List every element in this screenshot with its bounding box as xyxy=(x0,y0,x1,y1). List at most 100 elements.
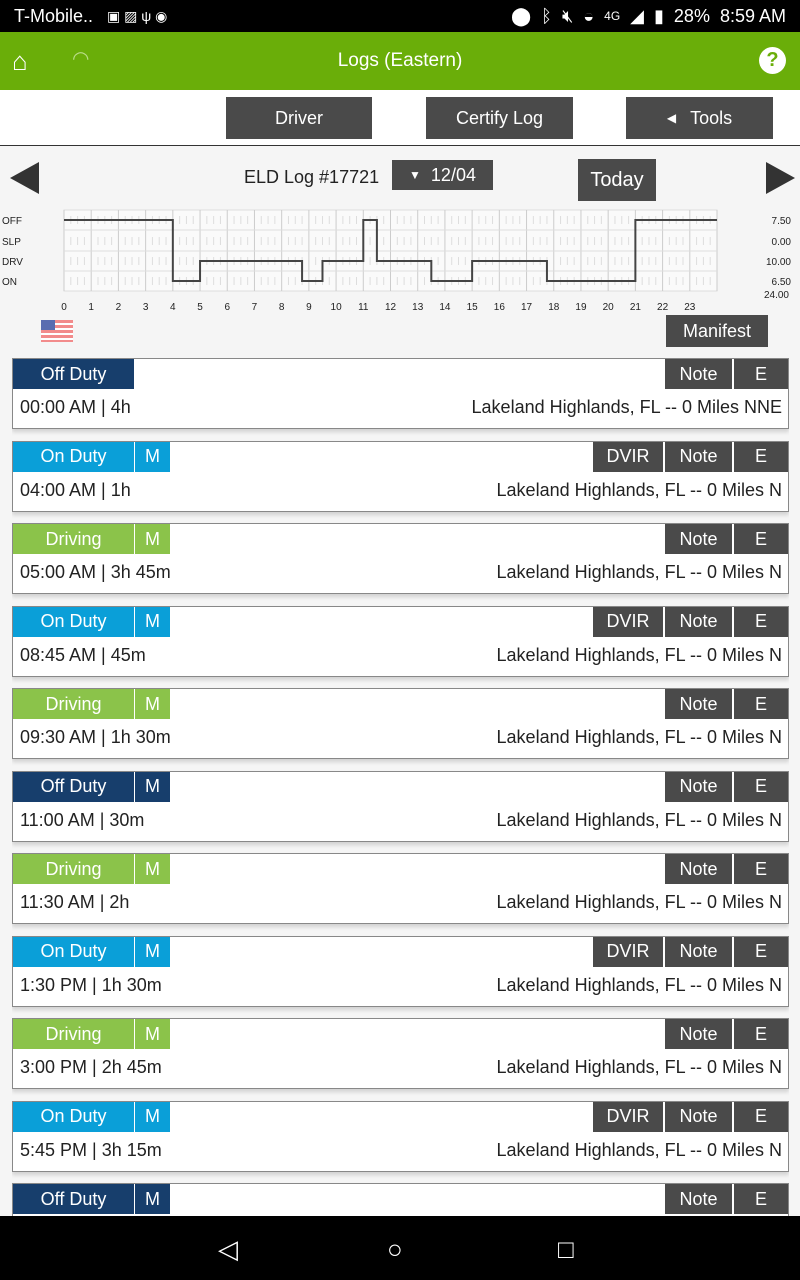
log-entry-card[interactable]: On Duty M DVIR Note E 08:45 AM | 45m Lakeland … xyxy=(12,605,789,677)
log-entry-card[interactable]: Driving M Note E 3:00 PM | 2h 45m Lakeland Hi… xyxy=(12,1018,789,1089)
x-tick-label: 5 xyxy=(197,302,203,312)
log-entry-card[interactable]: Driving M Note E 11:30 AM | 2h Lakeland Highl… xyxy=(12,853,789,924)
entry-location: Lakeland Highlands, FL -- 0 Miles N xyxy=(496,1139,782,1160)
x-tick-label: 22 xyxy=(657,302,669,312)
bluetooth-icon: ᛒ xyxy=(541,5,552,26)
dvir-button[interactable]: DVIR xyxy=(593,1101,663,1132)
entry-time-duration: 04:00 AM | 1h xyxy=(20,479,131,500)
x-tick-label: 7 xyxy=(252,302,258,312)
tools-button[interactable]: ◀ Tools xyxy=(626,97,773,139)
entry-time-duration: 00:00 AM | 4h xyxy=(20,397,131,417)
x-tick-label: 17 xyxy=(521,302,533,312)
note-button[interactable]: Note xyxy=(665,936,732,967)
recents-icon[interactable]: □ xyxy=(558,1234,574,1265)
log-entry-card[interactable]: On Duty M DVIR Note E 5:45 PM | 3h 15m Lakelan… xyxy=(12,1100,789,1172)
edit-button[interactable]: E xyxy=(734,1184,788,1214)
note-button[interactable]: Note xyxy=(665,359,732,389)
android-nav-bar: ◁ ○ □ xyxy=(0,1216,800,1280)
duty-status-chart: OFFSLPDRVON7.500.0010.006.5024.000 1 2 3 4 5 6… xyxy=(2,209,792,312)
date-value: 12/04 xyxy=(430,164,476,185)
entry-location: Lakeland Highlands, FL -- 0 Miles NNE xyxy=(471,397,782,417)
entry-time-duration: 05:00 AM | 3h 45m xyxy=(20,562,171,582)
home-icon[interactable]: ⌂ xyxy=(12,46,28,77)
status-total: 7.50 xyxy=(772,216,792,227)
manual-badge: M xyxy=(134,606,170,637)
log-entry-card[interactable]: On Duty M DVIR Note E 04:00 AM | 1h Lakeland H… xyxy=(12,440,789,512)
location-icon: ⬤ xyxy=(510,5,532,26)
x-tick-label: 23 xyxy=(684,302,696,312)
x-tick-label: 1 xyxy=(88,302,94,312)
x-tick-label: 19 xyxy=(575,302,587,312)
entry-location: Lakeland Highlands, FL -- 0 Miles N xyxy=(496,974,782,995)
log-entry-card[interactable]: Off Duty M Note E xyxy=(12,1183,789,1216)
signal-icon: ◢ xyxy=(630,5,645,26)
dvir-button[interactable]: DVIR xyxy=(593,606,663,637)
tools-label: Tools xyxy=(690,107,733,128)
edit-button[interactable]: E xyxy=(734,441,788,472)
entry-time-duration: 1:30 PM | 1h 30m xyxy=(20,974,162,995)
note-button[interactable]: Note xyxy=(665,524,732,554)
previous-day-arrow-icon[interactable] xyxy=(10,162,39,194)
log-entry-card[interactable]: Off Duty M Note E 11:00 AM | 30m Lakeland Hig… xyxy=(12,770,789,842)
edit-button[interactable]: E xyxy=(734,524,788,554)
edit-button[interactable]: E xyxy=(734,689,788,719)
dvir-button[interactable]: DVIR xyxy=(593,441,663,472)
certify-label: Certify Log xyxy=(455,107,544,128)
log-entry-card[interactable]: Off Duty Note E 00:00 AM | 4h Lakeland Highl… xyxy=(12,358,789,429)
manifest-button[interactable]: Manifest xyxy=(666,315,768,347)
today-button[interactable]: Today xyxy=(578,159,656,201)
edit-button[interactable]: E xyxy=(734,771,788,802)
help-icon[interactable]: ? xyxy=(759,47,786,74)
note-button[interactable]: Note xyxy=(665,771,732,802)
mute-icon: 🔇︎ xyxy=(561,5,574,26)
x-tick-label: 6 xyxy=(224,302,230,312)
status-bar: T-Mobile.. ▣ ▨ ψ ◉ ⬤ ᛒ 🔇︎ ◒ 4G ◢ ▮ 28% 8… xyxy=(0,0,800,32)
status-badge: Driving xyxy=(13,1019,134,1049)
status-badge: Off Duty xyxy=(13,1184,134,1214)
entry-location: Lakeland Highlands, FL -- 0 Miles N xyxy=(496,809,782,830)
note-button[interactable]: Note xyxy=(665,606,732,637)
log-entry-list[interactable]: Off Duty Note E 00:00 AM | 4h Lakeland Highl… xyxy=(12,358,789,1216)
driver-button[interactable]: Driver xyxy=(226,97,372,139)
note-button[interactable]: Note xyxy=(665,689,732,719)
entry-time-duration: 08:45 AM | 45m xyxy=(20,644,146,665)
note-button[interactable]: Note xyxy=(665,1101,732,1132)
entry-time-duration: 09:30 AM | 1h 30m xyxy=(20,727,171,747)
x-tick-label: 13 xyxy=(412,302,424,312)
manual-badge: M xyxy=(134,1184,170,1214)
dvir-button[interactable]: DVIR xyxy=(593,936,663,967)
edit-button[interactable]: E xyxy=(734,854,788,884)
next-day-arrow-icon[interactable] xyxy=(766,162,795,194)
home-nav-icon[interactable]: ○ xyxy=(387,1234,403,1265)
date-dropdown[interactable]: ▼ 12/04 xyxy=(392,160,493,190)
back-icon[interactable]: ◁ xyxy=(218,1234,238,1265)
x-tick-label: 16 xyxy=(494,302,506,312)
edit-button[interactable]: E xyxy=(734,1101,788,1132)
log-entry-card[interactable]: Driving M Note E 05:00 AM | 3h 45m Lakeland H… xyxy=(12,523,789,594)
edit-button[interactable]: E xyxy=(734,1019,788,1049)
x-tick-label: 12 xyxy=(385,302,397,312)
status-label: OFF xyxy=(2,216,22,227)
note-button[interactable]: Note xyxy=(665,441,732,472)
carrier: T-Mobile.. xyxy=(14,5,94,26)
entry-location: Lakeland Highlands, FL -- 0 Miles N xyxy=(496,727,782,747)
status-label: SLP xyxy=(2,237,21,248)
entry-location: Lakeland Highlands, FL -- 0 Miles N xyxy=(496,1057,782,1077)
x-tick-label: 20 xyxy=(603,302,615,312)
edit-button[interactable]: E xyxy=(734,606,788,637)
log-entry-card[interactable]: Driving M Note E 09:30 AM | 1h 30m Lakeland H… xyxy=(12,688,789,759)
status-label: ON xyxy=(2,277,17,288)
status-badge: On Duty xyxy=(13,606,134,637)
status-badge: Off Duty xyxy=(13,359,134,389)
edit-button[interactable]: E xyxy=(734,359,788,389)
page-title: Logs (Eastern) xyxy=(337,50,463,71)
log-entry-card[interactable]: On Duty M DVIR Note E 1:30 PM | 1h 30m Lakelan… xyxy=(12,935,789,1007)
note-button[interactable]: Note xyxy=(665,854,732,884)
status-badge: Driving xyxy=(13,524,134,554)
certify-log-button[interactable]: Certify Log xyxy=(426,97,573,139)
x-tick-label: 18 xyxy=(548,302,560,312)
note-button[interactable]: Note xyxy=(665,1019,732,1049)
note-button[interactable]: Note xyxy=(665,1184,732,1214)
entry-location: Lakeland Highlands, FL -- 0 Miles N xyxy=(496,892,782,912)
edit-button[interactable]: E xyxy=(734,936,788,967)
